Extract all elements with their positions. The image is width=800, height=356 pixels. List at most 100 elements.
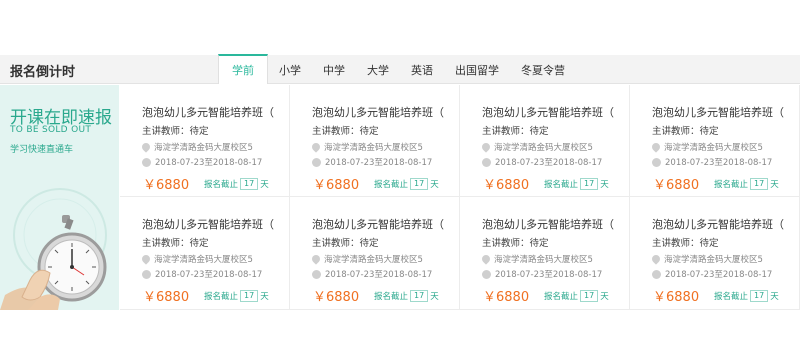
location-pin-icon	[140, 141, 152, 153]
course-address-text: 海淀学清路金码大厦校区5	[494, 143, 593, 153]
deadline-prefix: 报名截止	[204, 180, 239, 190]
course-card[interactable]: 泡泡幼儿多元智能培养班（ 主讲教师：待定 海淀学清路金码大厦校区5 2018-0…	[460, 85, 630, 197]
deadline-prefix: 报名截止	[204, 292, 239, 302]
countdown-header: 报名倒计时 学前 小学 中学 大学 英语 出国留学 冬夏令营	[0, 54, 800, 84]
course-dates-text: 2018-07-23至2018-08-17	[495, 270, 603, 280]
promo-link[interactable]: 学习快速直通车	[10, 142, 73, 155]
course-address: 海淀学清路金码大厦校区5	[140, 141, 253, 153]
enrollment-deadline: 报名截止 17 天	[204, 178, 269, 190]
course-card[interactable]: 泡泡幼儿多元智能培养班（ 主讲教师：待定 海淀学清路金码大厦校区5 2018-0…	[630, 85, 800, 197]
category-tabs: 学前 小学 中学 大学 英语 出国留学 冬夏令营	[218, 54, 576, 84]
deadline-suffix: 天	[770, 292, 779, 302]
course-dates-text: 2018-07-23至2018-08-17	[665, 270, 773, 280]
course-price: ￥6880	[313, 178, 360, 193]
tab-english[interactable]: 英语	[400, 55, 444, 84]
course-teacher: 主讲教师：待定	[142, 238, 209, 249]
deadline-suffix: 天	[770, 180, 779, 190]
tab-camps[interactable]: 冬夏令营	[510, 55, 576, 84]
location-pin-icon	[310, 141, 322, 153]
course-price: ￥6880	[143, 290, 190, 305]
promo-subtitle: TO BE SOLD OUT	[10, 125, 92, 135]
course-card[interactable]: 泡泡幼儿多元智能培养班（ 主讲教师：待定 海淀学清路金码大厦校区5 2018-0…	[460, 197, 630, 310]
course-address: 海淀学清路金码大厦校区5	[650, 141, 763, 153]
calendar-icon	[312, 269, 321, 279]
course-grid: 泡泡幼儿多元智能培养班（ 主讲教师：待定 海淀学清路金码大厦校区5 2018-0…	[120, 85, 800, 310]
course-address-text: 海淀学清路金码大厦校区5	[324, 255, 423, 265]
course-address-text: 海淀学清路金码大厦校区5	[324, 143, 423, 153]
enrollment-deadline: 报名截止 17 天	[374, 290, 439, 302]
deadline-prefix: 报名截止	[714, 180, 749, 190]
deadline-suffix: 天	[260, 292, 269, 302]
course-price: ￥6880	[483, 290, 530, 305]
course-card[interactable]: 泡泡幼儿多元智能培养班（ 主讲教师：待定 海淀学清路金码大厦校区5 2018-0…	[290, 85, 460, 197]
days-remaining: 17	[240, 290, 259, 302]
course-title[interactable]: 泡泡幼儿多元智能培养班（	[312, 216, 444, 232]
course-dates: 2018-07-23至2018-08-17	[652, 156, 772, 168]
course-address-text: 海淀学清路金码大厦校区5	[154, 255, 253, 265]
course-dates: 2018-07-23至2018-08-17	[652, 268, 772, 280]
course-price: ￥6880	[143, 178, 190, 193]
days-remaining: 17	[580, 178, 599, 190]
course-address-text: 海淀学清路金码大厦校区5	[664, 143, 763, 153]
course-title[interactable]: 泡泡幼儿多元智能培养班（	[142, 216, 274, 232]
deadline-suffix: 天	[430, 180, 439, 190]
course-teacher: 主讲教师：待定	[482, 238, 549, 249]
tab-study-abroad[interactable]: 出国留学	[444, 55, 510, 84]
course-title[interactable]: 泡泡幼儿多元智能培养班（	[312, 104, 444, 120]
course-card[interactable]: 泡泡幼儿多元智能培养班（ 主讲教师：待定 海淀学清路金码大厦校区5 2018-0…	[630, 197, 800, 310]
course-title[interactable]: 泡泡幼儿多元智能培养班（	[482, 216, 614, 232]
section-title: 报名倒计时	[10, 65, 76, 80]
promo-banner[interactable]: 开课在即速报 TO BE SOLD OUT 学习快速直通车	[0, 85, 119, 310]
days-remaining: 17	[750, 290, 769, 302]
tab-preschool[interactable]: 学前	[218, 54, 268, 84]
course-address-text: 海淀学清路金码大厦校区5	[154, 143, 253, 153]
course-dates: 2018-07-23至2018-08-17	[312, 268, 432, 280]
course-address: 海淀学清路金码大厦校区5	[310, 253, 423, 265]
enrollment-deadline: 报名截止 17 天	[544, 178, 609, 190]
calendar-icon	[312, 157, 321, 167]
deadline-suffix: 天	[260, 180, 269, 190]
location-pin-icon	[650, 141, 662, 153]
location-pin-icon	[140, 253, 152, 265]
deadline-suffix: 天	[430, 292, 439, 302]
course-address: 海淀学清路金码大厦校区5	[310, 141, 423, 153]
enrollment-deadline: 报名截止 17 天	[544, 290, 609, 302]
course-address: 海淀学清路金码大厦校区5	[140, 253, 253, 265]
course-title[interactable]: 泡泡幼儿多元智能培养班（	[652, 216, 784, 232]
course-dates-text: 2018-07-23至2018-08-17	[155, 158, 263, 168]
course-teacher: 主讲教师：待定	[312, 126, 379, 137]
calendar-icon	[482, 269, 491, 279]
deadline-prefix: 报名截止	[544, 180, 579, 190]
course-title[interactable]: 泡泡幼儿多元智能培养班（	[482, 104, 614, 120]
course-address-text: 海淀学清路金码大厦校区5	[664, 255, 763, 265]
course-dates-text: 2018-07-23至2018-08-17	[325, 270, 433, 280]
course-dates: 2018-07-23至2018-08-17	[142, 156, 262, 168]
days-remaining: 17	[580, 290, 599, 302]
calendar-icon	[652, 269, 661, 279]
course-title[interactable]: 泡泡幼儿多元智能培养班（	[652, 104, 784, 120]
course-price: ￥6880	[483, 178, 530, 193]
stopwatch-icon	[0, 188, 107, 310]
course-card[interactable]: 泡泡幼儿多元智能培养班（ 主讲教师：待定 海淀学清路金码大厦校区5 2018-0…	[290, 197, 460, 310]
course-price: ￥6880	[653, 178, 700, 193]
tab-university[interactable]: 大学	[356, 55, 400, 84]
tab-primary-school[interactable]: 小学	[268, 55, 312, 84]
days-remaining: 17	[410, 178, 429, 190]
calendar-icon	[482, 157, 491, 167]
course-dates: 2018-07-23至2018-08-17	[482, 156, 602, 168]
location-pin-icon	[650, 253, 662, 265]
tab-middle-school[interactable]: 中学	[312, 55, 356, 84]
deadline-prefix: 报名截止	[544, 292, 579, 302]
course-card[interactable]: 泡泡幼儿多元智能培养班（ 主讲教师：待定 海淀学清路金码大厦校区5 2018-0…	[120, 85, 290, 197]
course-dates-text: 2018-07-23至2018-08-17	[325, 158, 433, 168]
course-teacher: 主讲教师：待定	[142, 126, 209, 137]
deadline-suffix: 天	[600, 292, 609, 302]
deadline-suffix: 天	[600, 180, 609, 190]
enrollment-deadline: 报名截止 17 天	[714, 290, 779, 302]
course-dates: 2018-07-23至2018-08-17	[312, 156, 432, 168]
course-price: ￥6880	[313, 290, 360, 305]
course-card[interactable]: 泡泡幼儿多元智能培养班（ 主讲教师：待定 海淀学清路金码大厦校区5 2018-0…	[120, 197, 290, 310]
enrollment-deadline: 报名截止 17 天	[204, 290, 269, 302]
deadline-prefix: 报名截止	[374, 292, 409, 302]
course-title[interactable]: 泡泡幼儿多元智能培养班（	[142, 104, 274, 120]
